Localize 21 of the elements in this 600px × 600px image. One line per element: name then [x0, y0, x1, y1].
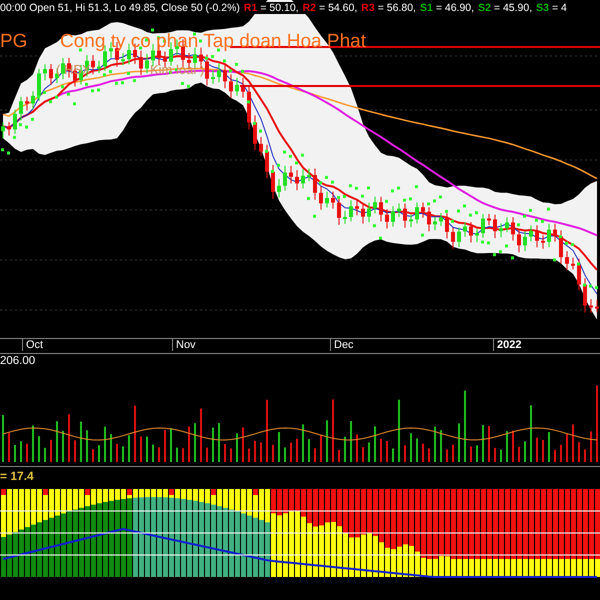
pivot-label: R1	[244, 2, 258, 14]
date-label: Dec	[330, 339, 354, 351]
pivot-label: S3	[536, 2, 549, 14]
pivot-value: = 4	[552, 2, 567, 14]
pivot-label: S1	[420, 2, 433, 14]
exchange-text: ( HSX	[56, 62, 91, 77]
date-label: 2022	[493, 339, 522, 351]
pivot-value: = 54.60,	[319, 2, 358, 14]
pivot-value: = 46.90,	[436, 2, 474, 14]
pivot-value: = 56.80,	[378, 2, 416, 14]
pivot-label: S2	[478, 2, 491, 14]
date-label: Oct	[22, 339, 44, 351]
quote-text: 00:00 Open 51, Hi 51.3, Lo 49.85, Close 50 (-0.2%)	[0, 2, 240, 14]
pivot-value: = 45.90,	[494, 2, 532, 14]
volume-reading: 206.00	[0, 355, 36, 367]
indicator-reading: = 17.4	[0, 469, 34, 483]
pivot-label: R3	[361, 2, 375, 14]
date-label: Nov	[172, 339, 196, 351]
ticker-text: PG	[0, 31, 28, 53]
pivot-label: R2	[302, 2, 316, 14]
pivot-value: = 50.10,	[260, 2, 299, 14]
